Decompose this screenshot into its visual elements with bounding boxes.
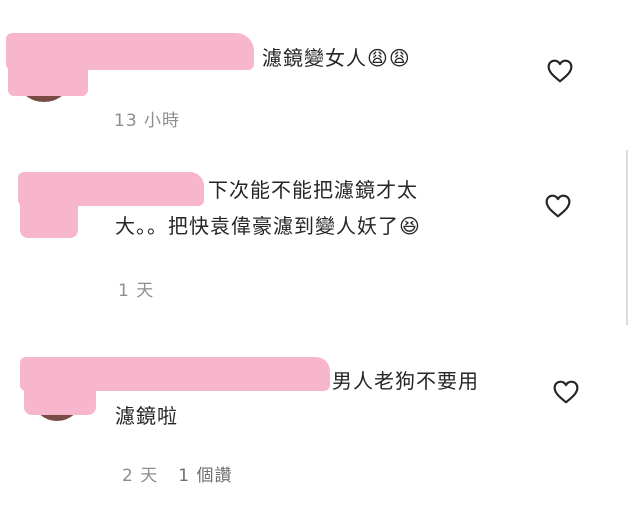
- comment-meta: 2 天 1 個讚: [122, 461, 232, 486]
- comment-text: 濾鏡變女人😩😩: [262, 46, 411, 70]
- comment-text-line-2: 濾鏡啦: [115, 404, 178, 428]
- comment-2: 下次能不能把濾鏡才太 大。。把快袁偉豪濾到變人妖了😆 1 天: [0, 150, 628, 325]
- comment-3: 男人老狗不要用 濾鏡啦 2 天 1 個讚: [0, 325, 628, 516]
- heart-outline-icon[interactable]: [547, 59, 573, 83]
- heart-outline-icon[interactable]: [553, 380, 579, 404]
- comment-time[interactable]: 2 天: [122, 466, 158, 486]
- comment-1: 濾鏡變女人😩😩 13 小時: [0, 0, 628, 150]
- redacted-avatar-cover: [24, 369, 96, 415]
- comment-text-line-1: 下次能不能把濾鏡才太: [208, 178, 418, 202]
- comment-text-line-2: 大。。把快袁偉豪濾到變人妖了😆: [115, 214, 421, 238]
- comment-meta: 1 天: [118, 276, 154, 301]
- comment-meta: 13 小時: [114, 106, 180, 131]
- redacted-avatar-cover: [8, 60, 88, 96]
- redacted-avatar-cover: [20, 180, 78, 238]
- comment-text-line-1: 男人老狗不要用: [332, 369, 479, 393]
- comment-time[interactable]: 1 天: [118, 281, 154, 301]
- comment-time[interactable]: 13 小時: [114, 111, 180, 131]
- comment-likes-count[interactable]: 1 個讚: [178, 466, 232, 486]
- heart-outline-icon[interactable]: [545, 194, 571, 218]
